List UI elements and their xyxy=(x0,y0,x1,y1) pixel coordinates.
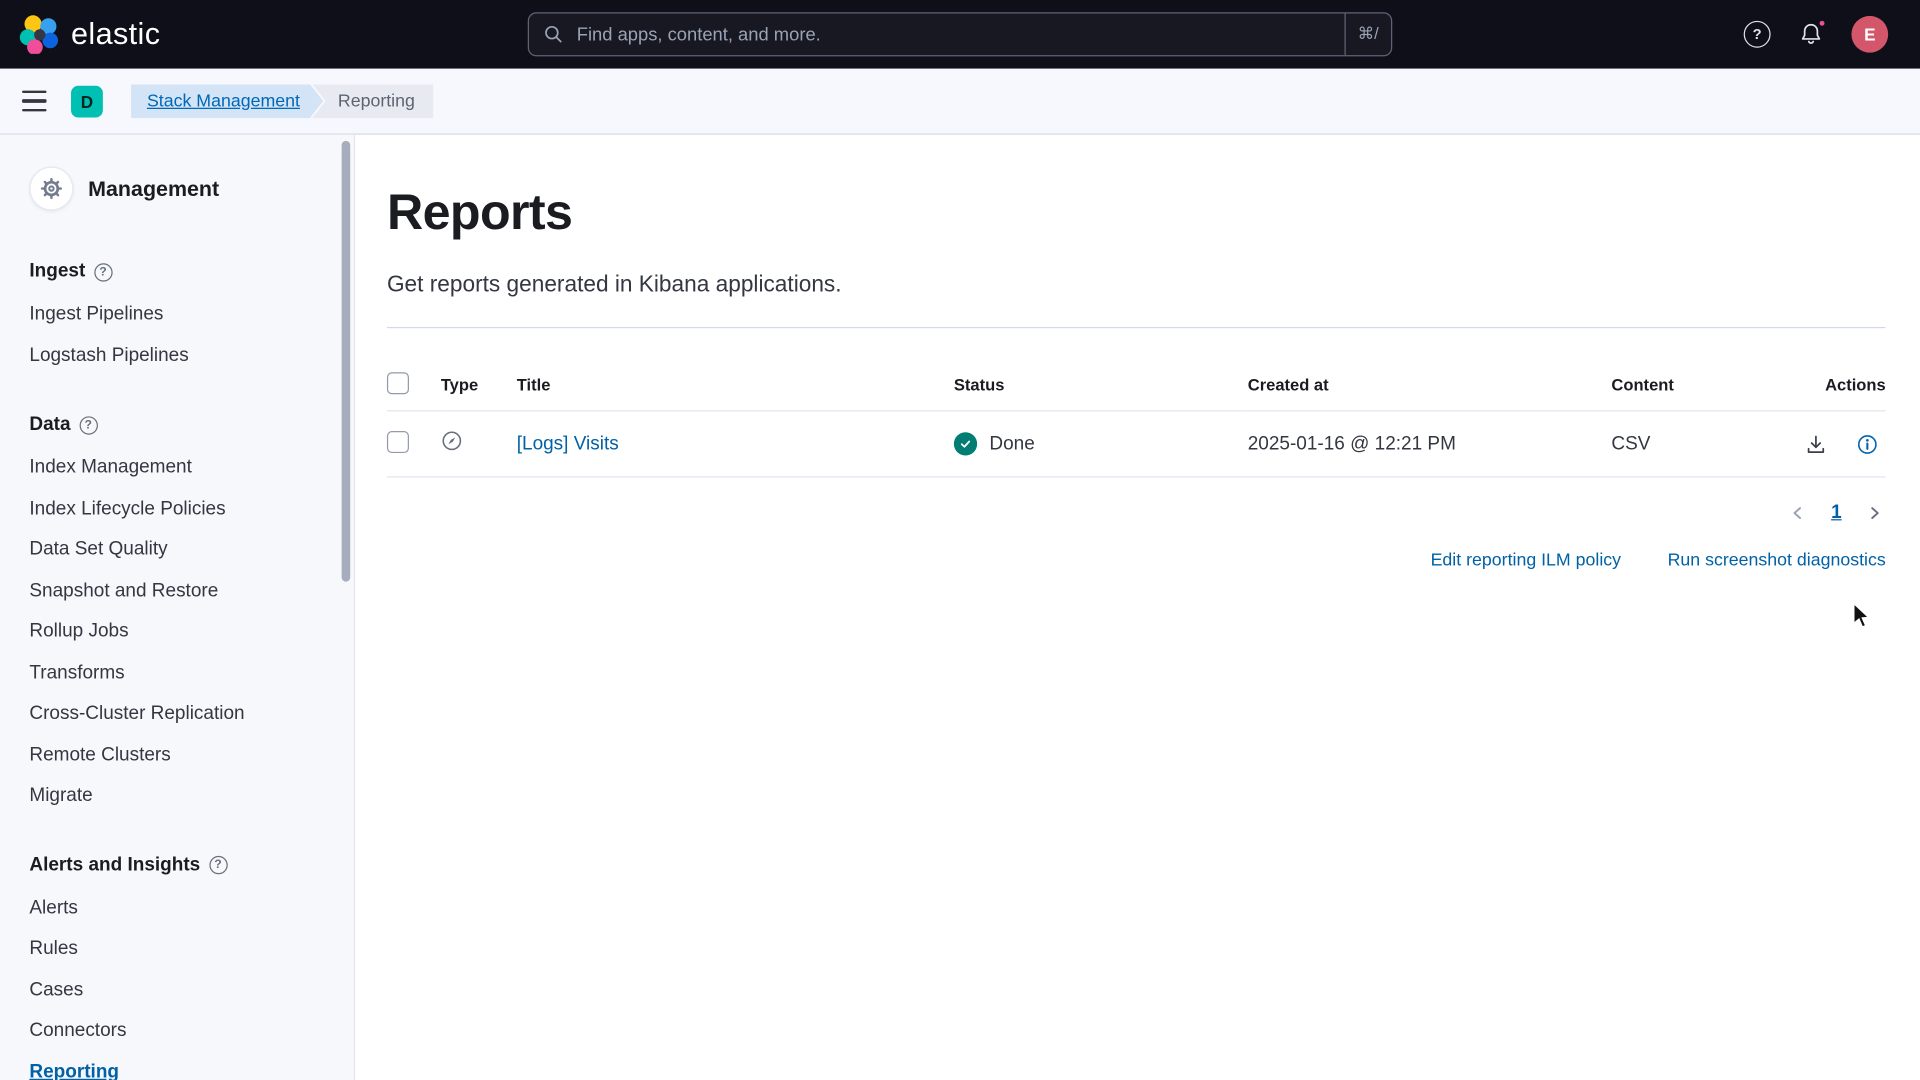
sidebar-title: Management xyxy=(88,176,219,202)
column-header-type: Type xyxy=(441,358,517,411)
sidebar-list-alerts-insights: Alerts Rules Cases Connectors Reporting xyxy=(29,887,317,1080)
sidebar-item-transforms[interactable]: Transforms xyxy=(29,652,317,693)
page-title: Reports xyxy=(387,184,1886,242)
sidebar-section-ingest: Ingest ? xyxy=(29,260,317,284)
column-header-status: Status xyxy=(954,358,1248,411)
global-header: elastic ⌘/ ? E xyxy=(0,0,1920,69)
breadcrumb-reporting: Reporting xyxy=(312,84,433,118)
sidebar-item-rollup-jobs[interactable]: Rollup Jobs xyxy=(29,611,317,652)
breadcrumb: Stack Management Reporting xyxy=(131,84,433,118)
avatar: E xyxy=(1851,16,1888,53)
notification-dot xyxy=(1817,18,1827,28)
table-header-row: Type Title Status Created at Content Act… xyxy=(387,358,1886,411)
app: elastic ⌘/ ? E xyxy=(0,0,1920,1080)
report-info-button[interactable] xyxy=(1856,433,1878,455)
created-at-cell: 2025-01-16 @ 12:21 PM xyxy=(1248,411,1612,477)
sidebar-item-alerts[interactable]: Alerts xyxy=(29,887,317,928)
content-cell: CSV xyxy=(1611,411,1795,477)
column-header-title: Title xyxy=(517,358,954,411)
header-actions: ? E xyxy=(1744,16,1901,53)
chevron-right-icon xyxy=(1866,504,1883,521)
sidebar-item-snapshot-and-restore[interactable]: Snapshot and Restore xyxy=(29,570,317,611)
sidebar-item-logstash-pipelines[interactable]: Logstash Pipelines xyxy=(29,335,317,376)
status-done-icon xyxy=(954,432,977,455)
search-icon xyxy=(544,24,564,44)
breadcrumb-stack-management[interactable]: Stack Management xyxy=(131,84,323,118)
table-row: [Logs] Visits Done 2025 xyxy=(387,411,1886,477)
page-1-button[interactable]: 1 xyxy=(1831,502,1842,524)
sidebar-item-data-set-quality[interactable]: Data Set Quality xyxy=(29,529,317,570)
row-checkbox[interactable] xyxy=(387,430,409,452)
info-icon xyxy=(1856,433,1878,455)
menu-button[interactable] xyxy=(20,89,49,113)
reports-page: Reports Get reports generated in Kibana … xyxy=(355,135,1920,1080)
column-header-content: Content xyxy=(1611,358,1795,411)
sidebar-item-connectors[interactable]: Connectors xyxy=(29,1010,317,1051)
notifications-button[interactable] xyxy=(1799,22,1823,46)
sidebar-section-data: Data ? xyxy=(29,413,317,437)
sidebar-item-cases[interactable]: Cases xyxy=(29,969,317,1010)
sidebar-item-cross-cluster-replication[interactable]: Cross-Cluster Replication xyxy=(29,693,317,734)
section-help-icon[interactable]: ? xyxy=(209,856,227,874)
gear-icon xyxy=(29,167,73,211)
section-help-icon[interactable]: ? xyxy=(79,416,97,434)
chevron-left-icon xyxy=(1789,504,1806,521)
next-page-button[interactable] xyxy=(1864,502,1886,524)
status-text: Done xyxy=(989,433,1034,455)
column-header-created-at: Created at xyxy=(1248,358,1612,411)
previous-page-button[interactable] xyxy=(1787,502,1809,524)
footer-links: Edit reporting ILM policy Run screenshot… xyxy=(387,551,1886,571)
sidebar-item-index-management[interactable]: Index Management xyxy=(29,447,317,488)
reports-table: Type Title Status Created at Content Act… xyxy=(387,358,1886,478)
download-report-button[interactable] xyxy=(1805,433,1827,455)
sidebar-item-ingest-pipelines[interactable]: Ingest Pipelines xyxy=(29,294,317,335)
report-type-icon xyxy=(441,430,463,452)
sidebar-list-data: Index Management Index Lifecycle Policie… xyxy=(29,447,317,816)
sidebar-header: Management xyxy=(29,167,317,211)
column-header-actions: Actions xyxy=(1795,358,1886,411)
sidebar-list-ingest: Ingest Pipelines Logstash Pipelines xyxy=(29,294,317,376)
breadcrumb-bar: D Stack Management Reporting xyxy=(0,69,1920,135)
deployment-badge[interactable]: D xyxy=(71,85,103,117)
pagination: 1 xyxy=(387,502,1886,524)
brand[interactable]: elastic xyxy=(20,15,161,54)
run-screenshot-diagnostics-link[interactable]: Run screenshot diagnostics xyxy=(1668,551,1886,571)
elastic-logo xyxy=(20,15,59,54)
user-menu-button[interactable]: E xyxy=(1851,16,1888,53)
page-divider xyxy=(387,327,1886,328)
sidebar-item-remote-clusters[interactable]: Remote Clusters xyxy=(29,734,317,775)
sidebar-item-index-lifecycle-policies[interactable]: Index Lifecycle Policies xyxy=(29,488,317,529)
edit-ilm-policy-link[interactable]: Edit reporting ILM policy xyxy=(1431,551,1621,571)
sidebar-item-migrate[interactable]: Migrate xyxy=(29,775,317,816)
brand-wordmark: elastic xyxy=(71,17,160,53)
sidebar-scrollbar[interactable] xyxy=(342,141,351,582)
sidebar-section-alerts-insights: Alerts and Insights ? xyxy=(29,853,317,877)
status-badge: Done xyxy=(954,432,1248,455)
help-button[interactable]: ? xyxy=(1744,21,1771,48)
page-subtitle: Get reports generated in Kibana applicat… xyxy=(387,271,1886,298)
search-shortcut-badge: ⌘/ xyxy=(1344,13,1391,55)
download-icon xyxy=(1805,433,1827,455)
sidebar-item-rules[interactable]: Rules xyxy=(29,928,317,969)
help-icon: ? xyxy=(1744,21,1771,48)
select-all-checkbox[interactable] xyxy=(387,372,409,394)
management-sidebar: Management Ingest ? Ingest Pipelines Log… xyxy=(0,135,355,1080)
global-search-input[interactable] xyxy=(574,23,1344,46)
section-help-icon[interactable]: ? xyxy=(94,263,112,281)
global-search[interactable]: ⌘/ xyxy=(528,12,1392,56)
sidebar-item-reporting[interactable]: Reporting xyxy=(29,1051,317,1080)
report-title-link[interactable]: [Logs] Visits xyxy=(517,433,619,454)
row-actions xyxy=(1795,433,1886,455)
